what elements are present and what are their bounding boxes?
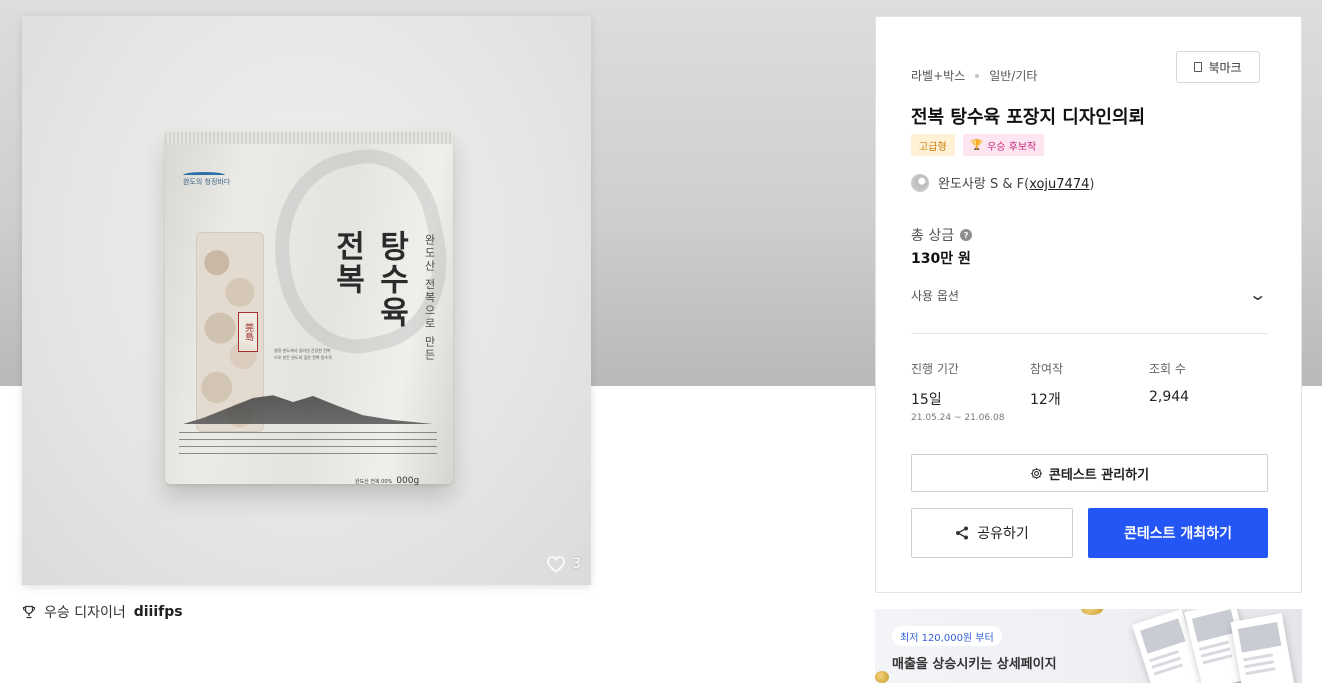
- breadcrumb: 라벨+박스 일반/기타: [911, 67, 1037, 84]
- stat-period-label: 진행 기간: [911, 362, 959, 376]
- heart-icon: [547, 556, 565, 573]
- share-icon: [956, 526, 969, 540]
- badge-group: 고급형 🏆 우승 후보작: [911, 134, 1045, 156]
- trophy-icon: [22, 605, 36, 619]
- product-pouch: 완도의 청정바다 莞島 탕수육 전복 완도산 전복으로 만든 청정 완도에서 길…: [165, 132, 464, 486]
- host-handle-link[interactable]: xoju7474: [1029, 177, 1089, 192]
- host-contest-button[interactable]: 콘테스트 개최하기: [1088, 508, 1268, 558]
- coin-graphic: [875, 671, 889, 683]
- bookmark-icon: [1194, 62, 1203, 72]
- pouch-weight: 완도산 전복 00% 000g: [355, 476, 419, 486]
- stat-views-label: 조회 수: [1149, 362, 1186, 376]
- promo-text: 매출을 상승시키는 상세페이지: [892, 657, 1057, 672]
- pouch-description: 청정 완도에서 길러낸 건강한 전복으로 만든 완도의 깊은 전복 탕수육: [274, 348, 332, 360]
- stat-views: 조회 수 2,944: [1149, 360, 1268, 423]
- prize-label-text: 총 상금: [911, 228, 955, 244]
- help-icon[interactable]: ?: [960, 229, 973, 241]
- candidate-badge: 🏆 우승 후보작: [962, 134, 1045, 156]
- bookmark-label: 북마크: [1208, 60, 1242, 75]
- stat-period: 진행 기간 15일 21.05.24 ~ 21.06.08: [911, 360, 1030, 423]
- gear-icon: [1030, 467, 1042, 479]
- promo-card-graphic: [1230, 613, 1296, 683]
- brand-logo-text: 완도의 청정바다: [183, 178, 231, 186]
- host-name: 완도사랑 S & F(xoju7474): [938, 177, 1095, 192]
- candidate-badge-label: 우승 후보작: [987, 141, 1037, 153]
- host-name-text: 완도사랑 S & F: [938, 177, 1025, 192]
- coin-graphic: [1081, 609, 1103, 615]
- contest-title: 전복 탕수육 포장지 디자인의뢰: [911, 107, 1146, 128]
- stat-entries-label: 참여작: [1030, 362, 1064, 376]
- stat-views-value: 2,944: [1149, 389, 1190, 405]
- stat-entries-value: 12개: [1030, 392, 1061, 408]
- breadcrumb-separator: [975, 73, 980, 78]
- promo-price-pill: 최저 120,000원 부터: [892, 626, 1002, 646]
- like-count: 3: [572, 556, 581, 572]
- manage-contest-label: 콘테스트 관리하기: [1048, 467, 1150, 483]
- options-label: 사용 옵션: [911, 289, 959, 303]
- prize-value: 130만 원: [911, 251, 971, 267]
- prize-label: 총 상금 ?: [911, 225, 973, 245]
- pouch-weight-value: 000g: [396, 476, 420, 486]
- stat-entries: 참여작 12개: [1030, 360, 1149, 423]
- options-dropdown[interactable]: 사용 옵션 ⌄: [911, 285, 1268, 304]
- pouch-subtitle: 완도산 전복으로 만든: [423, 234, 436, 362]
- sea-lines-graphic: [179, 426, 437, 454]
- host-info: 완도사랑 S & F(xoju7474): [911, 173, 1094, 192]
- contest-stats: 진행 기간 15일 21.05.24 ~ 21.06.08 참여작 12개 조회…: [911, 360, 1268, 423]
- bookmark-button[interactable]: 북마크: [1176, 51, 1260, 83]
- chevron-down-icon: ⌄: [1247, 285, 1267, 304]
- stat-period-value: 15일: [911, 392, 942, 408]
- manage-contest-button[interactable]: 콘테스트 관리하기: [911, 454, 1268, 492]
- category-sub[interactable]: 일반/기타: [989, 67, 1037, 84]
- contest-info-panel: 라벨+박스 일반/기타 북마크 전복 탕수육 포장지 디자인의뢰 고급형 🏆 우…: [875, 16, 1302, 593]
- pouch-title: 탕수육 전복: [329, 230, 409, 329]
- share-label: 공유하기: [977, 526, 1029, 542]
- red-stamp: 莞島: [238, 312, 258, 352]
- premium-badge: 고급형: [911, 134, 955, 156]
- product-image[interactable]: 완도의 청정바다 莞島 탕수육 전복 완도산 전복으로 만든 청정 완도에서 길…: [22, 16, 591, 585]
- divider: [911, 333, 1268, 334]
- winner-designer: 우승 디자이너 diiifps: [22, 602, 183, 622]
- category-main[interactable]: 라벨+박스: [911, 67, 965, 84]
- host-avatar[interactable]: [911, 173, 929, 192]
- stat-period-range: 21.05.24 ~ 21.06.08: [911, 413, 1005, 423]
- like-button[interactable]: 3: [546, 555, 581, 573]
- promo-banner[interactable]: 최저 120,000원 부터 매출을 상승시키는 상세페이지: [875, 609, 1302, 683]
- pouch-seal: [165, 132, 453, 144]
- winner-prefix: 우승 디자이너: [44, 605, 126, 621]
- brand-logo: 완도의 청정바다: [183, 172, 241, 190]
- pouch-weight-prefix: 완도산 전복 00%: [355, 479, 393, 485]
- winner-name[interactable]: diiifps: [134, 604, 183, 620]
- trophy-icon: 🏆: [970, 139, 984, 151]
- share-button[interactable]: 공유하기: [911, 508, 1073, 558]
